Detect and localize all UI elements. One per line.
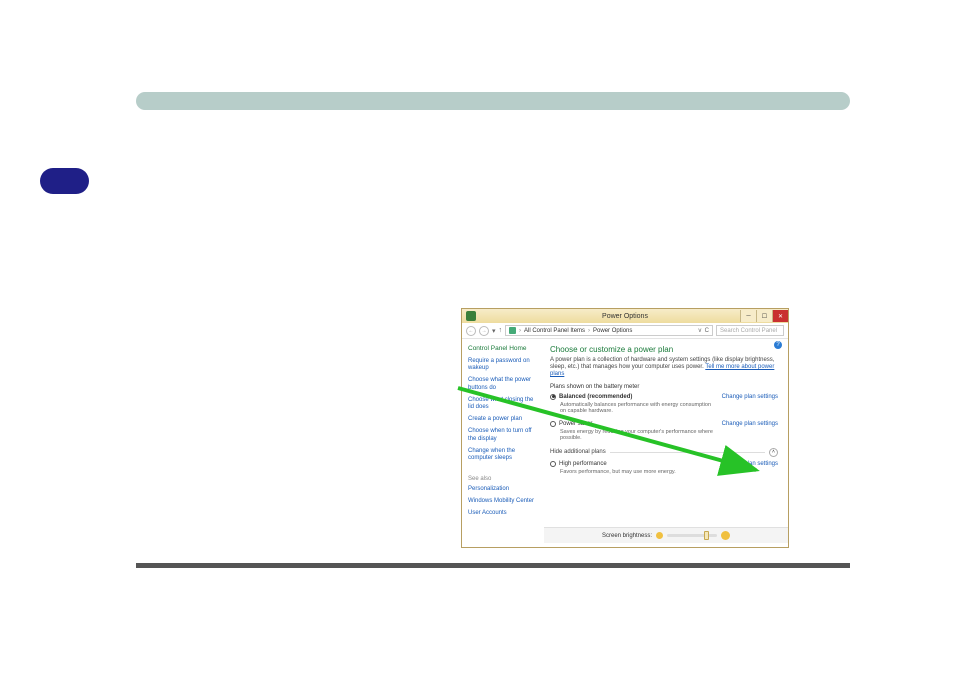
app-icon (466, 311, 476, 321)
seealso-link[interactable]: User Accounts (468, 510, 538, 517)
page-heading: Choose or customize a power plan (550, 345, 778, 354)
brightness-bar: Screen brightness: (544, 527, 788, 543)
breadcrumb[interactable]: › All Control Panel Items › Power Option… (505, 325, 713, 336)
seealso-link[interactable]: Windows Mobility Center (468, 498, 538, 505)
brightness-label: Screen brightness: (602, 533, 652, 539)
window-title: Power Options (602, 313, 648, 320)
minimize-button[interactable]: ─ (740, 310, 756, 322)
recent-dropdown[interactable]: ▾ (492, 327, 496, 335)
brightness-high-icon (721, 531, 730, 540)
search-placeholder: Search Control Panel (720, 328, 777, 334)
brightness-slider[interactable] (667, 534, 717, 537)
help-icon[interactable]: ? (774, 341, 782, 349)
page-description: A power plan is a collection of hardware… (550, 357, 778, 379)
header-bar (136, 92, 850, 110)
sidebar-home-link[interactable]: Control Panel Home (468, 345, 538, 352)
footer-line (136, 563, 850, 568)
toolbar: ← → ▾ ↑ › All Control Panel Items › Powe… (462, 323, 788, 339)
chevron-icon: › (519, 328, 521, 334)
seealso-link[interactable]: Personalization (468, 486, 538, 493)
pill-badge (40, 168, 89, 194)
cp-icon (509, 327, 516, 334)
search-input[interactable]: Search Control Panel (716, 325, 784, 336)
breadcrumb-item[interactable]: Power Options (593, 328, 632, 334)
titlebar[interactable]: Power Options ─ ☐ ✕ (462, 309, 788, 323)
breadcrumb-drop[interactable]: v C (698, 328, 709, 334)
back-button[interactable]: ← (466, 326, 476, 336)
brightness-low-icon (656, 532, 663, 539)
breadcrumb-item[interactable]: All Control Panel Items (524, 328, 585, 334)
close-button[interactable]: ✕ (772, 310, 788, 322)
window-controls: ─ ☐ ✕ (740, 310, 788, 322)
maximize-button[interactable]: ☐ (756, 310, 772, 322)
chevron-icon: › (588, 328, 590, 334)
green-arrow (456, 384, 776, 484)
forward-button[interactable]: → (479, 326, 489, 336)
sidebar-link[interactable]: Require a password on wakeup (468, 358, 538, 372)
up-button[interactable]: ↑ (499, 327, 503, 334)
slider-thumb[interactable] (704, 531, 709, 540)
